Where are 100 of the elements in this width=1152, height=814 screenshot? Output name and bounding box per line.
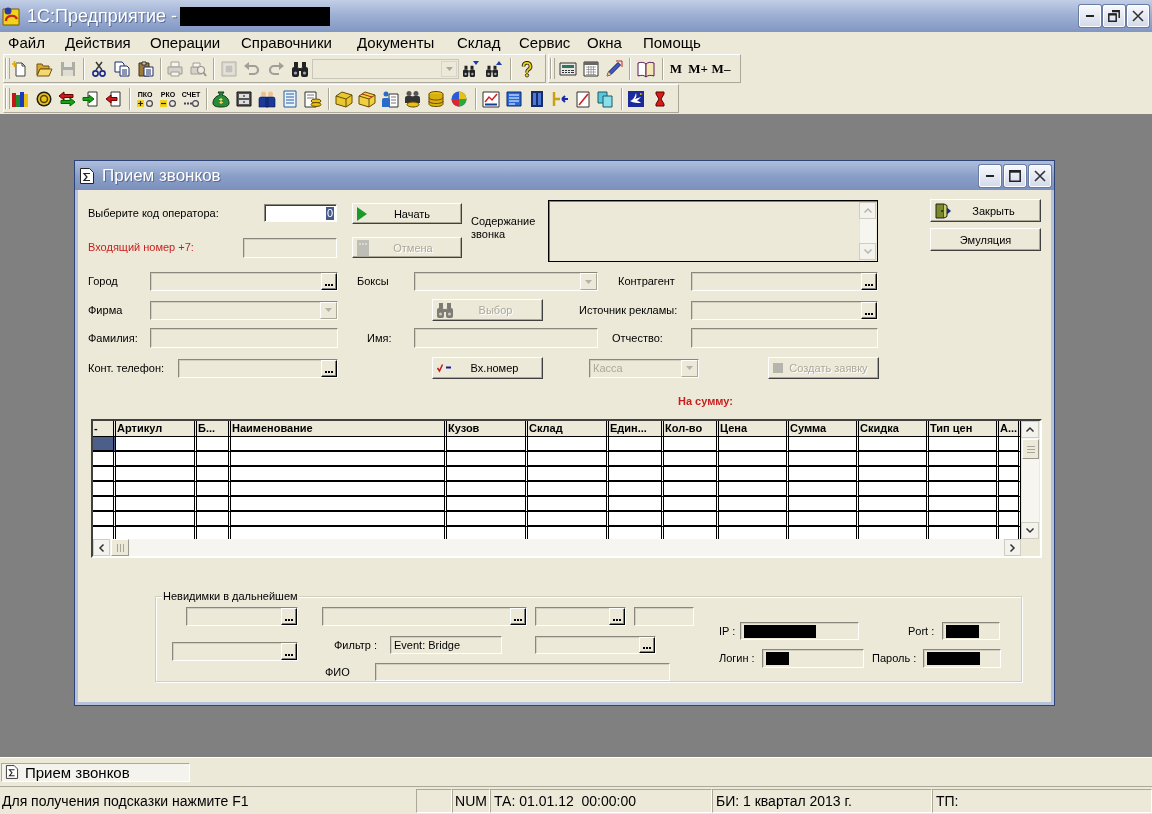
table-cell [719, 482, 789, 497]
minimize-button[interactable] [1079, 5, 1101, 27]
field-label: Фирма [88, 303, 124, 317]
scroll-left-button[interactable] [93, 539, 110, 556]
bird-icon[interactable] [628, 90, 644, 107]
hourglass-icon[interactable] [655, 90, 665, 107]
field-label: Имя: [367, 331, 393, 345]
door-icon [935, 202, 951, 219]
scroll-up-button[interactable] [1021, 421, 1039, 438]
new-document-icon[interactable] [12, 60, 28, 77]
binoculars-arrow-icon[interactable] [486, 60, 502, 77]
column-header: Артикул [116, 421, 197, 437]
start-button[interactable]: Начать [352, 203, 462, 224]
table-cell [859, 497, 929, 512]
restore-button[interactable] [1103, 5, 1125, 27]
document-icon[interactable] [506, 90, 522, 107]
clipboard-icon[interactable] [138, 60, 154, 77]
book-icon[interactable] [638, 60, 654, 77]
table-cell [719, 467, 789, 482]
box-icon[interactable] [336, 90, 352, 107]
coin-icon[interactable] [36, 90, 52, 107]
pie-chart-icon[interactable] [451, 90, 467, 107]
toolbar-button[interactable]: M [665, 57, 687, 80]
swap-arrows-icon[interactable] [59, 90, 75, 107]
chart-icon[interactable] [483, 90, 499, 107]
status-panel: NUM [452, 789, 490, 813]
window-tab[interactable]: Прием звонков [1, 762, 190, 782]
field-label: Содержание звонка [471, 215, 537, 242]
table-cell [789, 497, 859, 512]
coins-icon[interactable] [428, 90, 444, 107]
table-cell [929, 437, 999, 452]
help-icon[interactable] [519, 60, 535, 77]
scissors-icon[interactable] [91, 60, 107, 77]
column-header: Цена [719, 421, 789, 437]
books-icon[interactable] [12, 90, 28, 107]
status-panel: ТА: 01.01.12 00:00:00 [490, 789, 712, 813]
ellipsis-icon [865, 312, 873, 315]
close-button[interactable] [1127, 5, 1149, 27]
calculator-icon[interactable] [560, 60, 576, 77]
column-header: Кол-во [664, 421, 719, 437]
maximize-icon [1009, 169, 1021, 182]
menu-item[interactable]: Окна [581, 32, 637, 53]
scroll-down-button[interactable] [1021, 522, 1039, 539]
toolbar-button[interactable]: M+ [687, 57, 709, 80]
people-coins-icon[interactable] [405, 90, 421, 107]
menu-item[interactable]: Сервис [513, 32, 581, 53]
menu-item[interactable]: Действия [59, 32, 144, 53]
minus-circle-icon [160, 99, 176, 107]
chevron-down-icon [1026, 528, 1034, 533]
bar-arrow-icon[interactable] [552, 90, 568, 107]
close-button[interactable] [1029, 164, 1051, 187]
table-cell [197, 512, 231, 527]
caret-down-icon [445, 66, 453, 71]
table-cell [929, 482, 999, 497]
field-label: Контрагент [618, 275, 676, 288]
emulation-button[interactable]: Эмуляция [930, 228, 1041, 251]
incoming-number-button[interactable]: Вх.номер [432, 357, 543, 379]
menu-item[interactable]: Справочники [235, 32, 351, 53]
document-arrow-icon[interactable] [105, 90, 121, 107]
drawer-cabinet-icon[interactable] [236, 90, 252, 107]
maximize-button[interactable] [1004, 164, 1026, 187]
box-icon[interactable] [359, 90, 375, 107]
menu-item[interactable]: Операции [144, 32, 235, 53]
restore-icon [1108, 10, 1120, 22]
app-logo-icon [3, 7, 21, 25]
close-button[interactable]: Закрыть [930, 199, 1041, 222]
binoculars-icon[interactable] [292, 60, 308, 77]
minimize-button[interactable] [979, 164, 1001, 187]
copy-documents-icon[interactable] [597, 90, 613, 107]
plus-circle-icon [137, 99, 153, 107]
columns-icon[interactable] [529, 90, 545, 107]
document-arrow-icon[interactable] [82, 90, 98, 107]
edit-document-icon[interactable] [575, 90, 591, 107]
pencil-icon[interactable] [606, 60, 622, 77]
people-icon[interactable] [259, 90, 275, 107]
menu-item[interactable]: Документы [351, 32, 451, 53]
calendar-icon[interactable] [583, 60, 599, 77]
scroll-thumb[interactable] [111, 539, 129, 556]
document-coins-icon[interactable] [305, 90, 321, 107]
person-document-icon[interactable] [382, 90, 398, 107]
document-icon [80, 167, 94, 184]
table-cell [664, 452, 719, 467]
copy-icon[interactable] [114, 60, 130, 77]
scroll-thumb[interactable] [1022, 439, 1039, 459]
menu-item[interactable]: Склад [451, 32, 513, 53]
open-folder-icon[interactable] [36, 60, 52, 77]
menu-item[interactable]: Помощь [637, 32, 709, 53]
scroll-right-button[interactable] [1004, 539, 1021, 556]
group-title: Невидимки в дальнейшем [162, 590, 299, 602]
redaction-block [744, 624, 816, 638]
window-title: 1С:Предприятие - [27, 5, 177, 27]
menu-item[interactable]: Файл [2, 32, 59, 53]
check-dash-icon [437, 364, 451, 372]
table-cell [197, 467, 231, 482]
binoculars-arrow-icon[interactable] [463, 60, 479, 77]
table-cell [719, 512, 789, 527]
field-label: ФИО [325, 665, 351, 679]
money-bag-icon[interactable] [213, 90, 229, 107]
operator-code-field[interactable]: 0 [264, 204, 337, 222]
toolbar-button[interactable]: M– [710, 57, 732, 80]
